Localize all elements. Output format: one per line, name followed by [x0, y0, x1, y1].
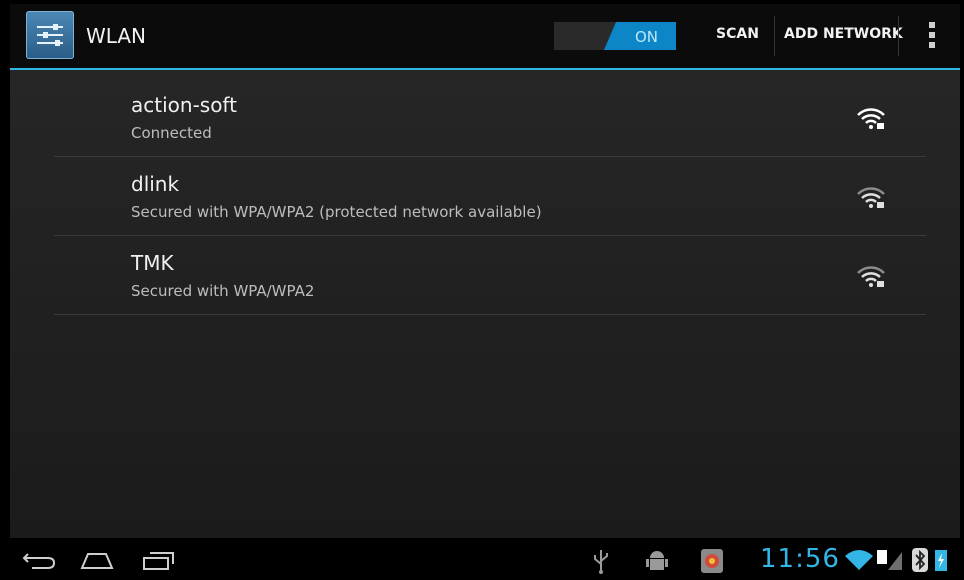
usb-icon	[594, 550, 608, 574]
settings-sliders-icon[interactable]	[26, 11, 74, 59]
page-title: WLAN	[86, 24, 147, 48]
back-icon[interactable]	[22, 550, 56, 570]
divider	[774, 16, 775, 56]
network-name: dlink	[131, 172, 180, 196]
network-item[interactable]: dlink Secured with WPA/WPA2 (protected n…	[54, 157, 926, 236]
overflow-menu-icon[interactable]	[928, 22, 936, 52]
tablet-screen: WLAN ON SCAN ADD NETWORK action-soft Con…	[0, 0, 964, 580]
action-bar: WLAN ON SCAN ADD NETWORK	[10, 4, 960, 68]
network-status: Secured with WPA/WPA2 (protected network…	[131, 203, 542, 221]
recent-apps-icon[interactable]	[142, 550, 176, 570]
network-item[interactable]: TMK Secured with WPA/WPA2	[54, 236, 926, 315]
toggle-label: ON	[634, 28, 658, 46]
add-network-button[interactable]: ADD NETWORK	[784, 26, 903, 42]
wifi-locked-icon	[857, 266, 885, 287]
network-item[interactable]: action-soft Connected	[54, 78, 926, 157]
system-bar: 11:56	[10, 540, 960, 580]
wifi-locked-icon	[857, 108, 885, 129]
android-debug-icon	[646, 551, 668, 570]
wifi-icon	[845, 550, 873, 570]
status-clock: 11:56	[760, 544, 840, 574]
battery-icon	[935, 550, 947, 571]
wifi-locked-icon	[857, 187, 885, 208]
home-icon[interactable]	[80, 550, 114, 570]
app-notification-icon	[701, 549, 723, 573]
scan-button[interactable]: SCAN	[716, 26, 759, 42]
bluetooth-icon	[912, 548, 928, 572]
network-name: TMK	[131, 251, 174, 275]
divider	[898, 16, 899, 56]
network-status: Connected	[131, 124, 212, 142]
network-status: Secured with WPA/WPA2	[131, 282, 315, 300]
wlan-toggle[interactable]: ON	[554, 22, 676, 50]
network-list: action-soft Connected dlink Secured with…	[10, 70, 960, 538]
signal-icon	[877, 550, 902, 570]
network-name: action-soft	[131, 93, 237, 117]
